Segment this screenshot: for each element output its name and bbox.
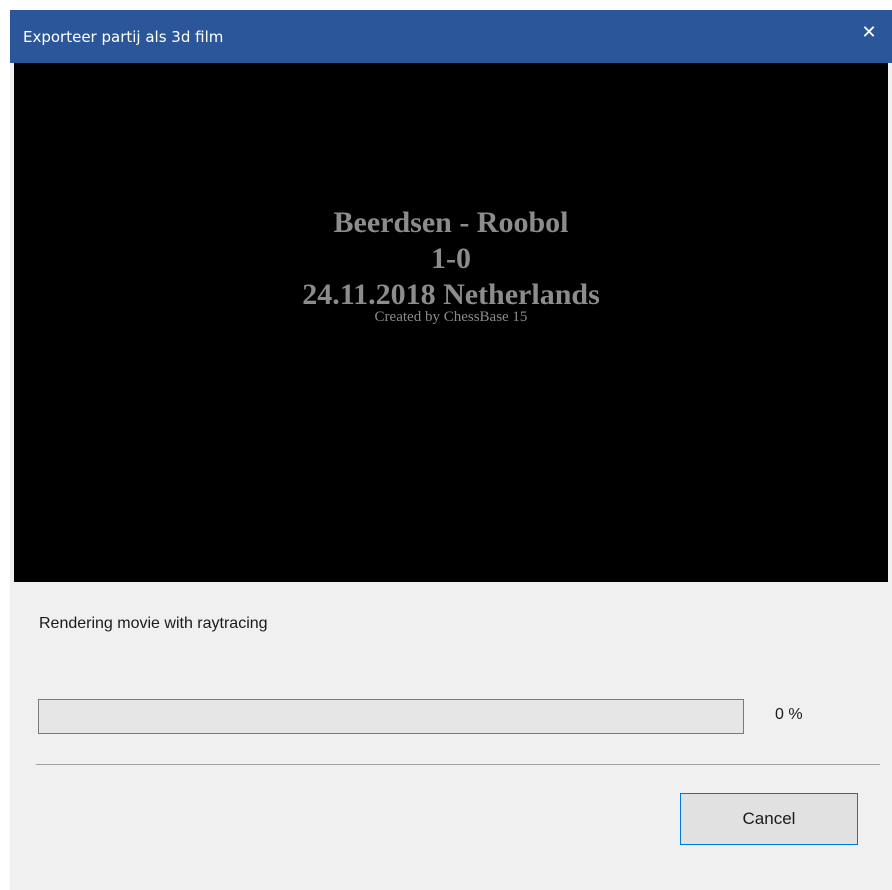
preview-players: Beerdsen - Roobol bbox=[333, 206, 569, 239]
cancel-button[interactable]: Cancel bbox=[680, 793, 858, 845]
close-icon: ✕ bbox=[861, 22, 877, 43]
preview-title-card: Beerdsen - Roobol 1-0 24.11.2018 Netherl… bbox=[14, 205, 888, 325]
status-message: Rendering movie with raytracing bbox=[39, 615, 268, 632]
preview-date-place: 24.11.2018 Netherlands bbox=[302, 278, 600, 311]
preview-credit: Created by ChessBase 15 bbox=[374, 309, 528, 325]
movie-preview: Beerdsen - Roobol 1-0 24.11.2018 Netherl… bbox=[14, 63, 888, 582]
title-bar[interactable]: Exporteer partij als 3d film ✕ bbox=[10, 10, 892, 63]
window-title: Exporteer partij als 3d film bbox=[23, 28, 224, 46]
divider bbox=[36, 764, 880, 765]
progress-bar bbox=[38, 699, 744, 734]
preview-result: 1-0 bbox=[431, 242, 471, 275]
close-button[interactable]: ✕ bbox=[846, 10, 892, 55]
progress-percent: 0 % bbox=[775, 706, 803, 723]
export-3d-movie-dialog: Exporteer partij als 3d film ✕ Beerdsen … bbox=[10, 10, 892, 890]
